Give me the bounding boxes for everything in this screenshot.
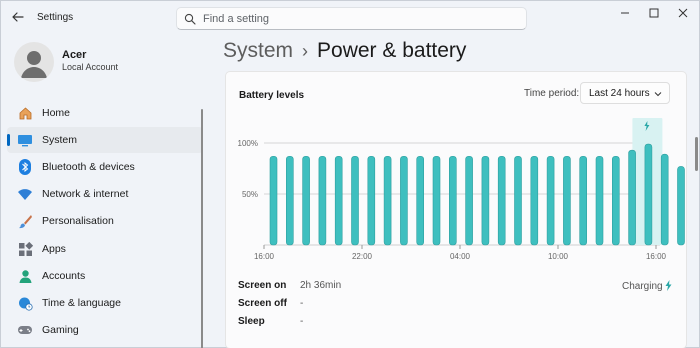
back-arrow-icon[interactable] xyxy=(9,8,27,26)
battery-bar xyxy=(383,155,392,246)
battery-bar xyxy=(432,155,441,246)
gamepad-icon xyxy=(17,322,33,338)
sidebar-item-accounts[interactable]: Accounts xyxy=(7,263,203,289)
y-tick-label: 50% xyxy=(242,190,258,199)
battery-bar xyxy=(416,155,424,246)
sidebar-item-label: Apps xyxy=(42,243,66,255)
battery-bar xyxy=(563,155,571,246)
battery-bar xyxy=(546,155,555,246)
lightning-icon xyxy=(665,280,672,291)
x-tick-label: 04:00 xyxy=(450,252,471,261)
x-tick-label: 16:00 xyxy=(254,252,275,261)
battery-bar xyxy=(644,143,653,246)
sidebar-item-label: Accounts xyxy=(42,270,86,282)
battery-bar xyxy=(481,155,490,246)
breadcrumb-separator: › xyxy=(302,41,309,61)
battery-bar xyxy=(514,155,522,246)
stat-value-screen-on: 2h 36min xyxy=(300,280,342,291)
close-icon xyxy=(678,8,688,18)
stat-label-screen-on: Screen on xyxy=(238,280,287,291)
battery-bar xyxy=(595,155,604,246)
battery-chart: 100% 50% 16:00 22:00 04:00 10:00 16:00 xyxy=(238,118,685,261)
stat-label-sleep: Sleep xyxy=(238,316,265,327)
battery-bar xyxy=(530,155,539,246)
account-name: Acer xyxy=(62,49,87,61)
battery-bar xyxy=(611,155,620,246)
account-type: Local Account xyxy=(62,62,119,72)
sidebar-item-time-language[interactable]: Time & language xyxy=(7,290,203,316)
breadcrumb: System › Power & battery xyxy=(223,39,466,63)
battery-bar xyxy=(367,155,376,246)
sidebar-item-gaming[interactable]: Gaming xyxy=(7,317,203,343)
search-input[interactable] xyxy=(203,11,513,27)
battery-bar xyxy=(449,155,457,246)
battery-bar xyxy=(318,155,327,246)
sidebar-item-system[interactable]: System xyxy=(7,127,203,153)
charging-label: Charging xyxy=(622,281,663,292)
battery-bar xyxy=(497,155,506,246)
battery-bar xyxy=(334,155,343,246)
close-button[interactable] xyxy=(661,1,700,25)
sidebar-item-network[interactable]: Network & internet xyxy=(7,181,203,207)
sidebar-item-label: Home xyxy=(42,107,71,119)
stat-value-sleep: - xyxy=(300,316,304,327)
breadcrumb-parent[interactable]: System xyxy=(223,39,293,62)
accounts-icon xyxy=(17,268,33,284)
search-icon xyxy=(184,13,196,25)
active-indicator xyxy=(7,134,10,146)
x-tick-label: 16:00 xyxy=(646,252,667,261)
sidebar-item-apps[interactable]: Apps xyxy=(7,236,203,262)
charging-status: Charging xyxy=(622,280,672,292)
battery-bar xyxy=(285,155,294,246)
system-icon xyxy=(17,132,33,148)
app-title: Settings xyxy=(37,12,74,23)
battery-bar xyxy=(351,155,359,246)
sidebar-item-label: Network & internet xyxy=(42,188,129,200)
page-title: Power & battery xyxy=(317,39,467,62)
battery-bar xyxy=(302,155,310,246)
maximize-icon xyxy=(649,8,659,18)
x-tick-label: 10:00 xyxy=(548,252,569,261)
avatar[interactable] xyxy=(14,42,54,82)
time-period-label: Time period: xyxy=(524,88,580,99)
sidebar-item-label: Personalisation xyxy=(42,215,114,227)
minimize-icon xyxy=(621,12,629,14)
sidebar-item-label: Time & language xyxy=(42,297,121,309)
battery-bar xyxy=(579,155,588,246)
battery-bar xyxy=(465,155,473,246)
y-tick-label: 100% xyxy=(238,139,258,148)
home-icon xyxy=(17,105,33,121)
main-scrollbar[interactable] xyxy=(695,137,698,171)
bluetooth-icon xyxy=(17,159,33,175)
brush-icon xyxy=(17,213,33,229)
card-title: Battery levels xyxy=(239,90,305,101)
user-icon xyxy=(21,51,47,78)
battery-bar xyxy=(269,155,278,246)
title-bar: Settings xyxy=(1,1,700,35)
battery-bar xyxy=(677,166,685,246)
stat-label-screen-off: Screen off xyxy=(238,298,287,309)
stat-value-screen-off: - xyxy=(300,298,304,309)
sidebar-item-label: System xyxy=(42,134,78,146)
sidebar-scrollbar[interactable] xyxy=(201,109,203,348)
sidebar-item-label: Gaming xyxy=(42,324,79,336)
chevron-down-icon xyxy=(654,92,662,97)
globe-clock-icon xyxy=(17,295,33,311)
battery-levels-card: Battery levels Time period: Last 24 hour… xyxy=(225,71,687,348)
sidebar-item-personalisation[interactable]: Personalisation xyxy=(7,208,203,234)
sidebar-item-label: Bluetooth & devices xyxy=(42,161,135,173)
battery-bar xyxy=(400,155,408,246)
time-period-dropdown[interactable]: Last 24 hours xyxy=(580,82,670,104)
wifi-icon xyxy=(17,186,33,202)
sidebar-item-bluetooth[interactable]: Bluetooth & devices xyxy=(7,154,203,180)
time-period-value: Last 24 hours xyxy=(589,88,650,99)
battery-bar xyxy=(628,149,636,246)
search-box[interactable] xyxy=(176,7,527,30)
sidebar-item-home[interactable]: Home xyxy=(7,100,203,126)
apps-icon xyxy=(17,241,33,257)
battery-bar xyxy=(660,153,669,246)
x-tick-label: 22:00 xyxy=(352,252,373,261)
settings-window: Settings Acer Local Account Home xyxy=(0,0,700,348)
